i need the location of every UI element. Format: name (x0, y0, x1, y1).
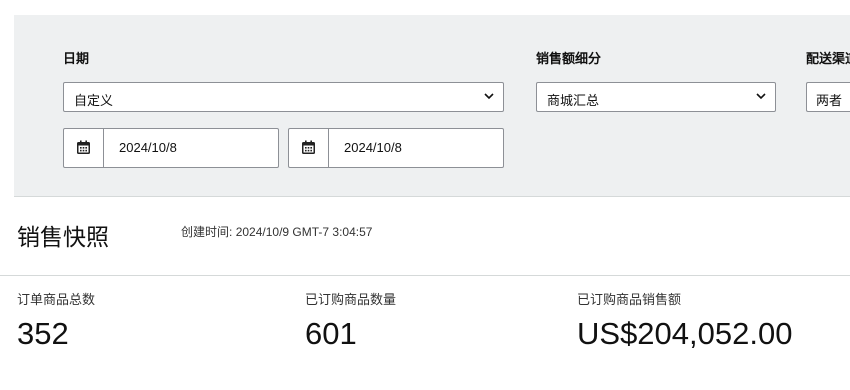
metric-value-order-items: 352 (17, 316, 69, 351)
metric-label-order-items: 订单商品总数 (17, 292, 96, 307)
calendar-icon[interactable] (289, 129, 329, 167)
end-date-value: 2024/10/8 (344, 140, 402, 155)
metric-value-units-ordered: 601 (305, 316, 357, 351)
calendar-icon[interactable] (64, 129, 104, 167)
start-date-value: 2024/10/8 (119, 140, 177, 155)
metric-label-ordered-sales: 已订购商品销售额 (577, 292, 682, 307)
date-filter-label: 日期 (63, 51, 90, 66)
fulfillment-channel-select[interactable]: 两者 (806, 82, 850, 112)
chevron-down-icon (756, 93, 766, 100)
created-label: 创建时间: (181, 225, 233, 239)
metric-value-ordered-sales: US$204,052.00 (577, 316, 793, 351)
page-title: 销售快照 (17, 224, 109, 250)
date-range-select[interactable]: 自定义 (63, 82, 504, 112)
created-timestamp: 创建时间: 2024/10/9 GMT-7 3:04:57 (181, 223, 372, 240)
divider (0, 275, 850, 276)
sales-breakdown-select[interactable]: 商城汇总 (536, 82, 776, 112)
start-date-field[interactable]: 2024/10/8 (63, 128, 279, 168)
chevron-down-icon (484, 93, 494, 100)
fulfillment-channel-select-value: 两者 (816, 93, 843, 108)
metric-label-units-ordered: 已订购商品数量 (305, 292, 397, 307)
date-range-select-value: 自定义 (74, 93, 114, 108)
fulfillment-channel-label: 配送渠道 (806, 51, 850, 66)
sales-breakdown-select-value: 商城汇总 (547, 93, 600, 108)
sales-breakdown-label: 销售额细分 (536, 51, 602, 66)
end-date-field[interactable]: 2024/10/8 (288, 128, 504, 168)
created-value: 2024/10/9 GMT-7 3:04:57 (235, 225, 373, 239)
